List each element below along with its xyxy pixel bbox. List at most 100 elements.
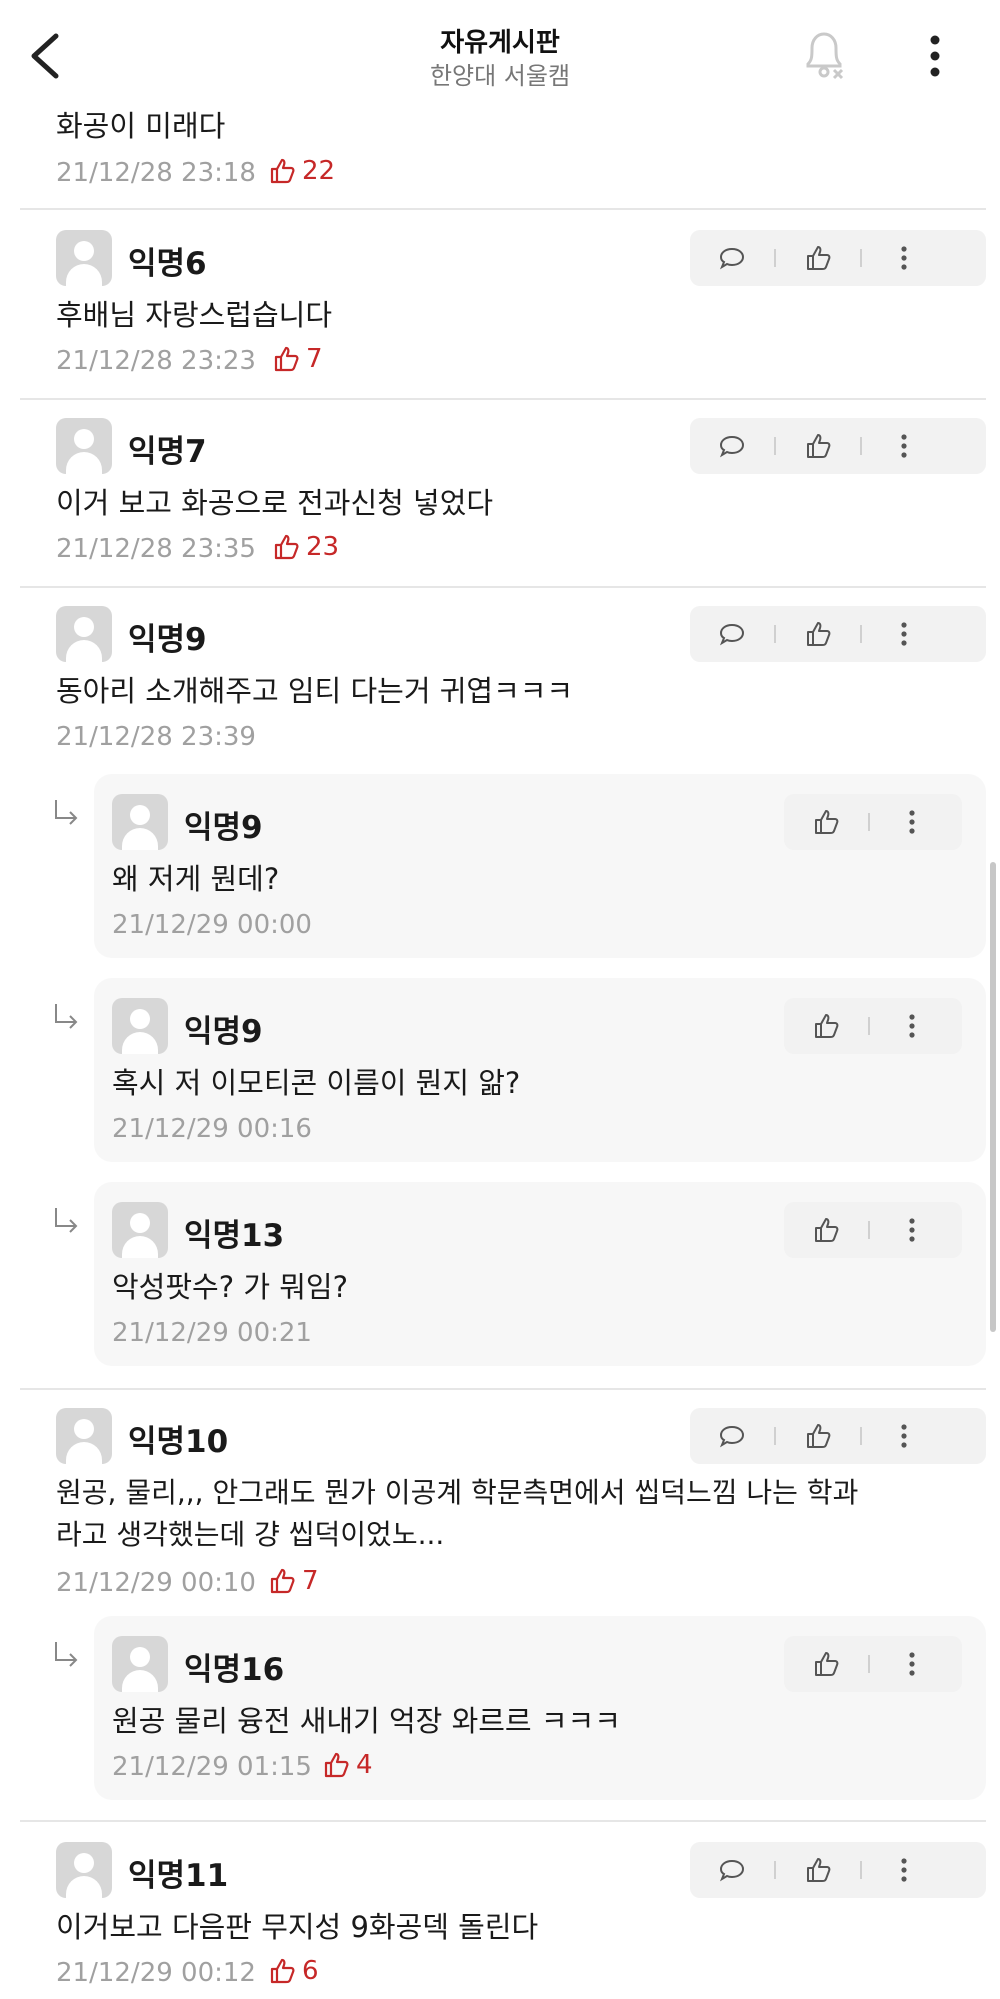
thumbs-up-icon — [807, 1424, 831, 1448]
like-button[interactable] — [776, 606, 860, 662]
avatar — [56, 1408, 112, 1464]
comment-more-button[interactable] — [862, 1408, 946, 1464]
thumbs-up-icon — [274, 534, 299, 560]
reply-more-button[interactable] — [870, 998, 954, 1054]
like-button[interactable] — [784, 1202, 868, 1258]
avatar — [112, 794, 168, 850]
author-name: 익명6 — [128, 246, 207, 282]
reply-more-button[interactable] — [870, 1202, 954, 1258]
more-options-button[interactable] — [920, 32, 950, 80]
reply-button[interactable] — [690, 1408, 774, 1464]
like-button[interactable] — [784, 794, 868, 850]
notification-toggle-button[interactable] — [800, 28, 848, 80]
reply-item: 익명13 악성팟수? 가 뭐임? 21/12/29 00:21 — [94, 1182, 986, 1366]
reply-like-count: 4 — [322, 1750, 373, 1780]
comment-time: 21/12/28 23:18 — [56, 158, 256, 188]
comment-bubble-icon — [719, 1859, 745, 1882]
more-vertical-icon — [901, 622, 907, 646]
comment-item: 익명6 후배님 자랑스럽습니다 21/12/28 23:23 7 — [20, 212, 986, 400]
comment-item: 익명11 이거보고 다음판 무지성 9화공덱 돌린다 21/12/29 00:1… — [20, 1824, 986, 1999]
reply-arrow-icon — [55, 1642, 78, 1667]
comment-more-button[interactable] — [862, 230, 946, 286]
thumbs-up-icon — [807, 434, 831, 458]
reply-arrow-icon — [55, 800, 78, 825]
like-button[interactable] — [784, 998, 868, 1054]
more-vertical-icon — [930, 35, 940, 77]
more-vertical-icon — [901, 1424, 907, 1448]
like-button[interactable] — [776, 1408, 860, 1464]
comment-more-button[interactable] — [862, 418, 946, 474]
comment-actions — [690, 418, 986, 474]
reply-button[interactable] — [690, 418, 774, 474]
like-count: 7 — [302, 1566, 319, 1596]
reply-arrow-icon — [55, 1004, 78, 1029]
like-count: 23 — [306, 532, 340, 562]
avatar — [56, 418, 112, 474]
comment-text-line2: 라고 생각했는데 걍 씹덕이었노... — [56, 1518, 445, 1551]
comment-bubble-icon — [719, 1425, 745, 1448]
comment-like-count: 23 — [272, 532, 339, 562]
reply-button[interactable] — [690, 606, 774, 662]
like-button[interactable] — [784, 1636, 868, 1692]
comment-text: 화공이 미래다 — [56, 109, 226, 143]
comment-time: 21/12/28 23:39 — [56, 722, 256, 752]
reply-button[interactable] — [690, 1842, 774, 1898]
reply-button[interactable] — [690, 230, 774, 286]
author-name: 익명16 — [184, 1652, 285, 1688]
thumbs-up-icon — [270, 1568, 295, 1594]
reply-time: 21/12/29 00:00 — [112, 910, 312, 940]
comment-text: 동아리 소개해주고 임티 다는거 귀엽ㅋㅋㅋ — [56, 674, 574, 708]
comment-text-line1: 원공, 물리,,, 안그래도 뭔가 이공계 학문측면에서 씹덕느낌 나는 학과 — [56, 1476, 859, 1509]
comment-time: 21/12/29 00:12 — [56, 1958, 256, 1988]
thumbs-up-icon — [807, 246, 831, 270]
comment-time: 21/12/29 00:10 — [56, 1568, 256, 1598]
avatar — [56, 230, 112, 286]
avatar — [56, 1842, 112, 1898]
comment-more-button[interactable] — [862, 606, 946, 662]
page-title: 자유게시판 — [440, 28, 560, 58]
comment-like-count: 6 — [268, 1956, 319, 1986]
reply-more-button[interactable] — [870, 794, 954, 850]
reply-more-button[interactable] — [870, 1636, 954, 1692]
comment-item: 익명7 이거 보고 화공으로 전과신청 넣었다 21/12/28 23:35 2… — [20, 400, 986, 588]
comment-text: 이거 보고 화공으로 전과신청 넣었다 — [56, 486, 494, 520]
thumbs-up-icon — [270, 1958, 295, 1984]
reply-text: 혹시 저 이모티콘 이름이 뭔지 앎? — [112, 1066, 521, 1100]
author-name: 익명7 — [128, 434, 207, 470]
like-button[interactable] — [776, 230, 860, 286]
comment-actions — [690, 1408, 986, 1464]
comment-bubble-icon — [719, 623, 745, 646]
comment-time: 21/12/28 23:23 — [56, 346, 256, 376]
like-count: 22 — [302, 156, 336, 186]
like-button[interactable] — [776, 1842, 860, 1898]
reply-text: 악성팟수? 가 뭐임? — [112, 1270, 348, 1304]
bell-off-icon — [806, 32, 844, 80]
thumbs-up-icon — [274, 346, 299, 372]
comment-bubble-icon — [719, 247, 745, 270]
reply-time: 21/12/29 01:15 — [112, 1752, 312, 1782]
comment-like-count: 7 — [272, 344, 323, 374]
comment-like-count: 7 — [268, 1566, 319, 1596]
comment-text: 이거보고 다음판 무지성 9화공덱 돌린다 — [56, 1910, 539, 1944]
more-vertical-icon — [901, 434, 907, 458]
comment-like-count: 22 — [268, 156, 335, 186]
author-name: 익명13 — [184, 1218, 285, 1254]
reply-actions — [784, 1636, 962, 1692]
reply-item: 익명9 혹시 저 이모티콘 이름이 뭔지 앎? 21/12/29 00:16 — [94, 978, 986, 1162]
reply-arrow-icon — [55, 1208, 78, 1233]
avatar — [112, 1636, 168, 1692]
reply-text: 왜 저게 뭔데? — [112, 862, 280, 896]
author-name: 익명9 — [184, 810, 263, 846]
more-vertical-icon — [909, 810, 915, 834]
scrollbar[interactable] — [990, 862, 996, 1332]
author-name: 익명10 — [128, 1424, 229, 1460]
reply-actions — [784, 794, 962, 850]
comment-more-button[interactable] — [862, 1842, 946, 1898]
thumbs-up-icon — [807, 1858, 831, 1882]
like-button[interactable] — [776, 418, 860, 474]
more-vertical-icon — [901, 246, 907, 270]
comment-item: 익명9 동아리 소개해주고 임티 다는거 귀엽ㅋㅋㅋ 21/12/28 23:3… — [20, 588, 986, 1390]
more-vertical-icon — [909, 1652, 915, 1676]
reply-text: 원공 물리 융전 새내기 억장 와르르 ㅋㅋㅋ — [112, 1704, 621, 1738]
comment-actions — [690, 606, 986, 662]
